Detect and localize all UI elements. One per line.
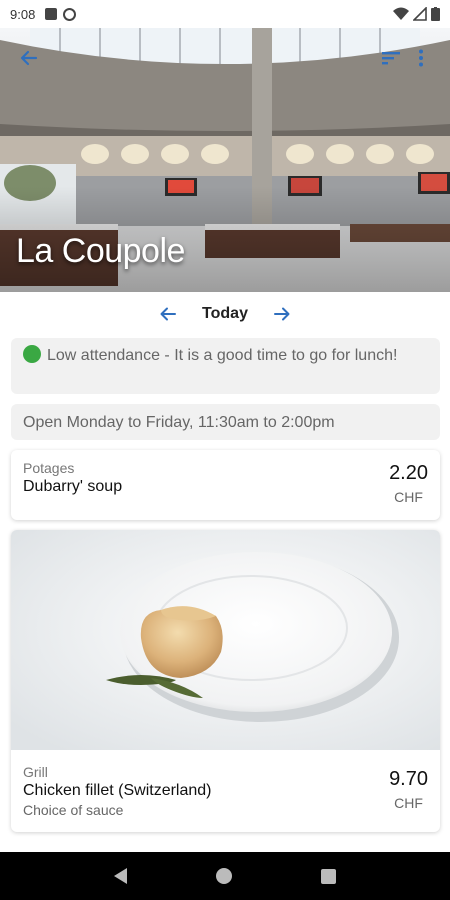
menu-item-card[interactable]: Grill Chicken fillet (Switzerland) Choic…	[11, 530, 440, 832]
menu-item-currency: CHF	[394, 489, 423, 505]
signal-icon	[413, 7, 427, 21]
opening-hours-text: Open Monday to Friday, 11:30am to 2:00pm	[23, 414, 335, 431]
sort-icon	[382, 52, 400, 65]
menu-item-name: Chicken fillet (Switzerland)	[23, 782, 212, 799]
nav-back-icon[interactable]	[114, 868, 128, 884]
menu-item-category: Potages	[23, 460, 75, 476]
arrow-left-icon	[160, 307, 177, 321]
menu-item-currency: CHF	[394, 795, 423, 811]
menu-item-card[interactable]: Potages Dubarry' soup 2.20 CHF	[11, 450, 440, 520]
status-time: 9:08	[10, 6, 36, 22]
date-label: Today	[202, 305, 248, 322]
hero-toolbar	[0, 38, 450, 78]
green-dot-icon	[23, 345, 41, 363]
menu-item-info: Potages Dubarry' soup	[11, 460, 440, 496]
menu-item-info: Grill Chicken fillet (Switzerland) Choic…	[11, 764, 440, 818]
nav-home-icon[interactable]	[215, 868, 232, 884]
system-navigation-bar	[0, 852, 450, 900]
arrow-right-icon	[273, 307, 290, 321]
previous-day-button[interactable]	[156, 302, 180, 326]
sort-button[interactable]	[376, 43, 406, 73]
nav-recents-icon[interactable]	[320, 868, 336, 884]
menu-item-price-box: 2.20 CHF	[389, 462, 428, 505]
status-bar: 9:08	[0, 0, 450, 28]
menu-item-description: Choice of sauce	[23, 802, 124, 818]
menu-item-price: 9.70	[389, 768, 428, 790]
menu-item-price: 2.20	[389, 462, 428, 484]
date-navigation: Today	[0, 296, 450, 332]
restaurant-hero: La Coupole	[0, 28, 450, 292]
battery-icon	[431, 7, 440, 21]
system-icons	[393, 7, 440, 21]
back-arrow-icon	[20, 50, 38, 66]
menu-item-category: Grill	[23, 764, 48, 780]
menu-item-price-box: 9.70 CHF	[389, 768, 428, 811]
restaurant-title: La Coupole	[16, 232, 185, 270]
sync-icon	[63, 7, 77, 21]
sd-card-icon	[45, 8, 58, 20]
more-vert-icon	[419, 49, 423, 67]
notification-icons	[45, 7, 77, 21]
next-day-button[interactable]	[270, 302, 294, 326]
more-options-button[interactable]	[406, 43, 436, 73]
attendance-banner: Low attendance - It is a good time to go…	[11, 338, 440, 394]
wifi-icon	[393, 7, 409, 20]
attendance-text: Low attendance - It is a good time to go…	[47, 347, 398, 364]
dish-photo	[11, 530, 440, 750]
back-button[interactable]	[14, 43, 44, 73]
menu-item-name: Dubarry' soup	[23, 478, 123, 495]
opening-hours-banner: Open Monday to Friday, 11:30am to 2:00pm	[11, 404, 440, 440]
